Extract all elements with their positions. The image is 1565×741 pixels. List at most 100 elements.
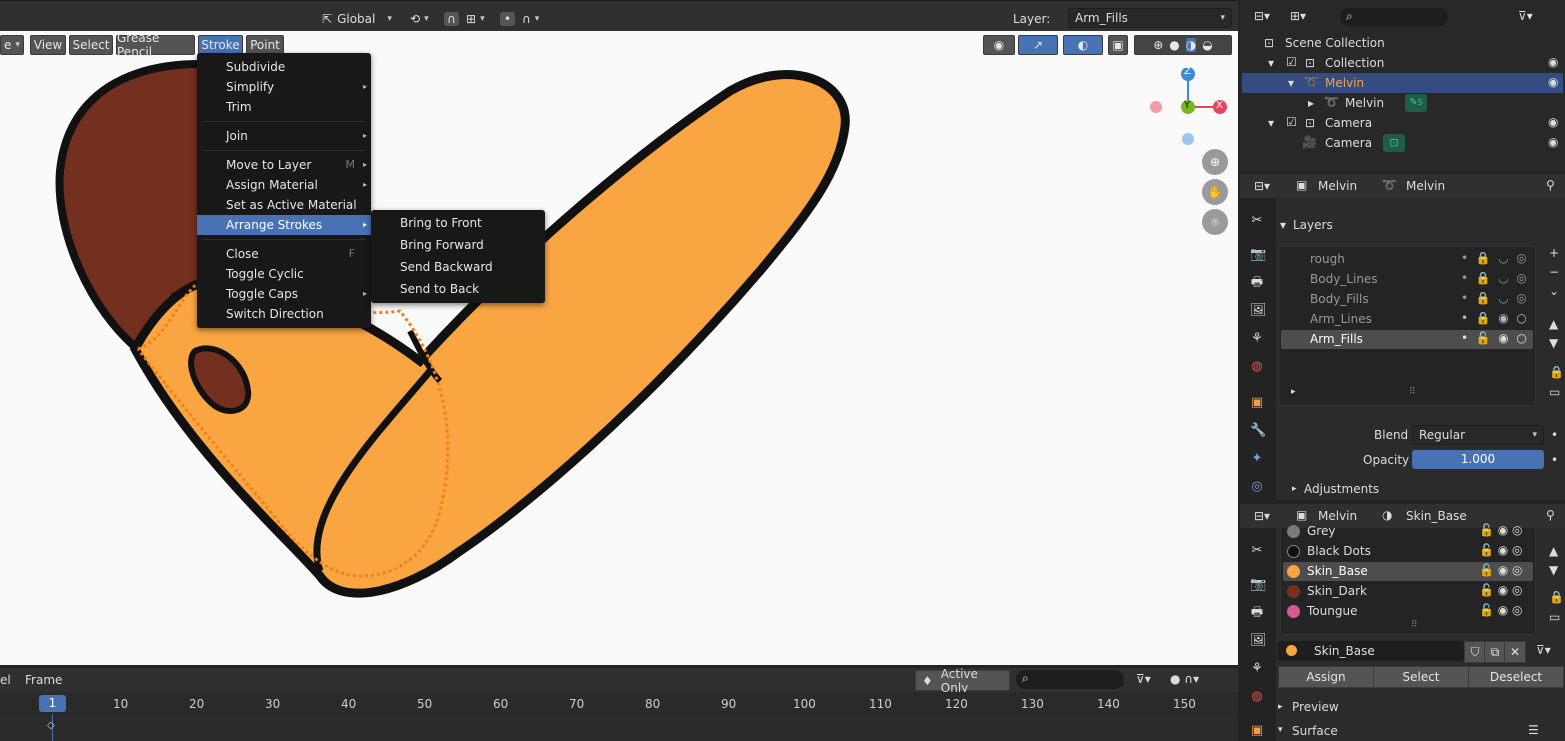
menu-item-close[interactable]: Close F [197,244,371,264]
mode-dropdown[interactable]: e ▾ [0,35,24,55]
timeline[interactable]: el Frame ♦ Active Only ⌕ ⊽▾ ● ∩▾ 1 10 20… [0,667,1238,741]
outliner-row-melvin-data[interactable]: ▸ ➰ Melvin ✎5 [1240,93,1565,113]
display-icon[interactable]: ▭ [1549,385,1560,399]
menu-item-bring-to-front[interactable]: Bring to Front [371,213,545,233]
display-icon[interactable]: ▭ [1549,610,1560,624]
duplicate-material-icon[interactable]: ⧉ [1484,641,1506,663]
deselect-button[interactable]: Deselect [1468,666,1564,688]
3d-viewport[interactable]: e ▾ View Select Grease Pencil Stroke Poin… [0,31,1238,665]
checkbox-icon[interactable]: ☑ [1286,115,1297,129]
surface-panel-title[interactable]: Surface [1292,724,1338,738]
menu-point[interactable]: Point [246,35,284,55]
scene-icon[interactable]: ⚘ [1250,332,1264,346]
list-item[interactable]: rough • 🔒 ◡ ◎ [1281,250,1533,269]
browse-material-icon[interactable]: ⊽▾ [1536,643,1551,657]
outliner-row-collection[interactable]: ▾ ☑ ⊡ Collection ◉ [1240,53,1565,73]
menu-item-toggle-caps[interactable]: Toggle Caps ▸ [197,284,371,304]
layer-controls-icons[interactable]: • 🔓 ◉ ○ [1461,331,1527,345]
list-item[interactable]: Skin_Dark 🔓 ◉ ◎ [1283,582,1533,601]
pin-icon[interactable]: ⚲ [1546,508,1555,522]
falloff-dropdown[interactable]: ∩ ▾ [522,9,539,29]
eye-icon[interactable]: ◉ [1548,115,1558,129]
material-shading-icon[interactable]: ◑ [1185,38,1197,52]
effects-icon[interactable]: ✦ [1250,452,1264,466]
solid-shading-icon[interactable]: ● [1169,38,1179,52]
material-slots-list[interactable]: Grey 🔓 ◉ ◎ Black Dots 🔓 ◉ ◎ Skin_Base 🔓 … [1280,523,1536,635]
layer-controls-icons[interactable]: • 🔒 ◡ ◎ [1461,251,1527,265]
object-properties-icon[interactable]: ▣ [1250,724,1264,738]
layer-dropdown[interactable]: Arm_Fills ▾ [1068,8,1232,28]
list-item[interactable]: Grey 🔓 ◉ ◎ [1283,522,1533,541]
menu-item-trim[interactable]: Trim [197,97,371,117]
menu-select[interactable]: Select [69,35,113,55]
outliner-row-camera-collection[interactable]: ▾ ☑ ⊡ Camera ◉ [1240,113,1565,133]
material-controls-icons[interactable]: 🔓 ◉ ◎ [1479,543,1523,557]
keyframe-icon[interactable]: ◇ [47,720,55,731]
output-icon[interactable]: 🖶 [1250,276,1264,290]
expand-arrow-icon[interactable]: ▸ [1292,484,1297,494]
move-down-icon[interactable]: ▼ [1549,563,1558,577]
list-item[interactable]: Arm_Fills • 🔓 ◉ ○ [1281,330,1533,349]
menu-item-assign-material[interactable]: Assign Material ▸ [197,175,371,195]
active-only-toggle[interactable]: ♦ Active Only [915,667,1010,695]
resize-grip-icon[interactable]: ⠿ [1411,620,1418,630]
menu-item-arrange-strokes[interactable]: Arrange Strokes ▸ [197,215,371,235]
gizmo-toggle[interactable]: ↗ [1018,35,1058,55]
chevron-down-icon[interactable]: ⌄ [1549,284,1559,298]
outliner-row-scene-collection[interactable]: ⊡ Scene Collection [1240,33,1565,53]
layer-controls-icons[interactable]: • 🔒 ◉ ○ [1461,311,1527,325]
menu-item-simplify[interactable]: Simplify ▸ [197,77,371,97]
transform-orientation-dropdown[interactable]: ⇱ Global ▾ [322,9,392,29]
list-item[interactable]: Skin_Base 🔓 ◉ ◎ [1283,562,1533,581]
world-icon[interactable]: ◍ [1250,690,1264,704]
expand-arrow-icon[interactable]: ▸ [1308,96,1314,110]
fake-user-shield-icon[interactable]: ⛉ [1464,641,1486,663]
expand-arrow-icon[interactable]: ▾ [1288,76,1294,90]
lock-icon[interactable]: 🔒 [1549,365,1564,379]
expand-arrow-icon[interactable]: ▸ [1278,702,1283,712]
physics-icon[interactable]: ◎ [1250,480,1264,494]
material-controls-icons[interactable]: 🔓 ◉ ◎ [1479,523,1523,537]
outliner-search-input[interactable]: ⌕ [1340,8,1448,26]
menu-grease-pencil[interactable]: Grease Pencil [116,31,195,59]
view-layer-icon[interactable]: 🖼 [1250,304,1267,318]
layer-controls-icons[interactable]: • 🔒 ◡ ◎ [1461,291,1527,305]
view-layer-icon[interactable]: 🖼 [1250,634,1267,648]
move-up-icon[interactable]: ▲ [1549,317,1558,331]
material-controls-icons[interactable]: 🔓 ◉ ◎ [1479,603,1523,617]
editor-type-icon[interactable]: ⊟▾ [1254,509,1270,523]
layer-controls-icons[interactable]: • 🔒 ◡ ◎ [1461,271,1527,285]
world-icon[interactable]: ◍ [1250,360,1264,374]
menu-view[interactable]: View [30,35,66,55]
rendered-shading-icon[interactable]: ◒ [1202,38,1212,52]
render-icon[interactable]: 📷 [1250,578,1266,592]
layers-list[interactable]: rough • 🔒 ◡ ◎ Body_Lines • 🔒 ◡ ◎ Body_Fi… [1278,246,1536,406]
expand-arrow-icon[interactable]: ▾ [1268,116,1274,130]
select-button[interactable]: Select [1373,666,1469,688]
outliner-row-melvin-object[interactable]: ▾ ➰ Melvin ◉ [1242,73,1563,93]
preview-panel-title[interactable]: Preview [1292,700,1339,714]
render-icon[interactable]: 📷 [1250,248,1266,262]
outliner-row-camera-object[interactable]: 🎥 Camera ⊡ ◉ [1240,133,1565,153]
unlink-material-icon[interactable]: ✕ [1504,641,1526,663]
expand-arrow-icon[interactable]: ▸ [1291,387,1296,397]
overlay-toggle[interactable]: ◐ [1063,35,1103,55]
xray-toggle[interactable]: ▣ [1108,35,1128,55]
tool-icon[interactable]: ✂ [1250,214,1264,228]
remove-icon[interactable]: − [1549,265,1559,279]
menu-item-join[interactable]: Join ▸ [197,126,371,146]
menu-item-subdivide[interactable]: Subdivide [197,57,371,77]
snap-toggle[interactable]: ∩ [444,9,459,29]
collapse-arrow-icon[interactable]: ▾ [1278,725,1283,735]
object-properties-icon[interactable]: ▣ [1250,396,1264,410]
camera-data-icon[interactable]: ⊡ [1383,134,1405,152]
camera-view-icon[interactable]: ⌾ [1202,209,1228,235]
output-icon[interactable]: 🖶 [1250,606,1264,620]
menu-item-bring-forward[interactable]: Bring Forward [371,235,545,255]
proportional-edit-toggle[interactable]: • [500,9,516,29]
visibility-dropdown[interactable]: ◉ [983,35,1015,55]
pivot-point-dropdown[interactable]: ⟲ ▾ [410,9,429,29]
timeline-menu-panel[interactable]: el [0,673,11,687]
menu-item-switch-direction[interactable]: Switch Direction [197,304,371,324]
move-up-icon[interactable]: ▲ [1549,544,1558,558]
